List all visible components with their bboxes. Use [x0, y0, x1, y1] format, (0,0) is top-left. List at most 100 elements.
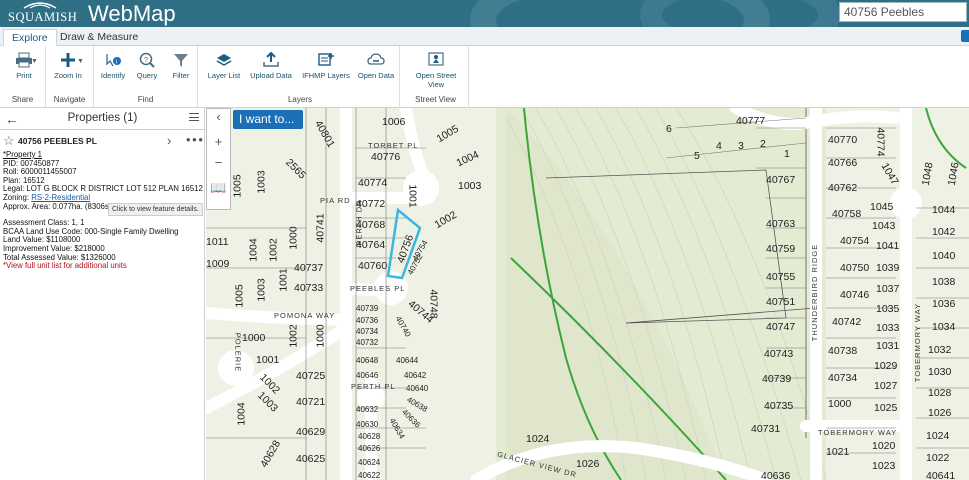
- chevron-down-icon[interactable]: ▼: [31, 58, 38, 65]
- query-button[interactable]: ? Query: [132, 52, 162, 80]
- road-label: TOBERMORY WAY: [818, 428, 898, 437]
- parcel-label: 40750: [840, 262, 870, 274]
- parcel-label: 2: [760, 138, 766, 150]
- squamish-logo[interactable]: SQUAMISH: [6, 0, 77, 27]
- parcel-label: 40768: [356, 219, 386, 231]
- parcel-label: 1000: [828, 398, 852, 410]
- parcel-label: 1000: [242, 332, 266, 344]
- filter-icon: [174, 54, 188, 67]
- bookmark-icon[interactable]: 📖: [207, 180, 230, 200]
- identify-button[interactable]: i Identify: [98, 52, 128, 80]
- parcel-label: 1005: [233, 284, 246, 308]
- parcel-label: 40642: [404, 371, 427, 380]
- open-street-view-label: Open Street View: [415, 71, 457, 89]
- search-input[interactable]: 40756 Peebles: [839, 2, 967, 22]
- star-icon[interactable]: ☆: [3, 133, 15, 149]
- zoom-out-icon[interactable]: −: [207, 155, 230, 175]
- feature-tooltip: Click to view feature details.: [108, 203, 203, 216]
- parcel-label: 40625: [296, 453, 326, 465]
- parcel-label: 40622: [358, 471, 381, 480]
- parcel-label: 40747: [766, 321, 796, 333]
- parcel-label: 1035: [876, 303, 900, 315]
- parcel-label: 40733: [294, 282, 324, 294]
- parcel-label: 40632: [356, 405, 379, 414]
- layer-list-button[interactable]: Layer List: [206, 52, 242, 80]
- print-button[interactable]: Print: [5, 52, 43, 80]
- query-label: Query: [136, 71, 158, 80]
- group-layers: Layer List Upload Data IFHMP Layers Open…: [201, 46, 400, 108]
- tab-explore[interactable]: Explore: [3, 29, 57, 46]
- open-data-button[interactable]: Open Data: [357, 52, 395, 80]
- parcel-label: 40641: [926, 470, 956, 480]
- filter-button[interactable]: Filter: [166, 52, 196, 80]
- layers-icon: [216, 54, 232, 66]
- parcel-label: 40628: [358, 432, 381, 441]
- parcel-label: 1029: [874, 360, 898, 372]
- parcel-label: 1031: [876, 340, 900, 352]
- parcel-label: 1022: [926, 452, 950, 464]
- collapse-panel-icon[interactable]: ‹: [207, 109, 230, 129]
- parcel-label: 1042: [932, 226, 956, 238]
- parcel-label: 40751: [766, 296, 796, 308]
- tab-draw-measure[interactable]: Draw & Measure: [52, 29, 146, 46]
- parcel-label: 1040: [932, 250, 956, 262]
- panel-title: Properties (1): [67, 112, 138, 124]
- group-navigate: Zoom In ▼ Navigate: [46, 46, 94, 108]
- more-options-icon[interactable]: • • •: [186, 132, 203, 147]
- svg-text:?: ?: [144, 57, 148, 64]
- parcel-label: 1027: [874, 380, 898, 392]
- parcel-label: 1036: [932, 298, 956, 310]
- zoning-label: Zoning:: [3, 192, 32, 202]
- zoning-link[interactable]: RS-2-Residential: [31, 193, 90, 202]
- parcel-label: 4: [716, 140, 722, 152]
- road-label: TORBET PL: [368, 141, 419, 150]
- parcel-label: 40767: [766, 174, 796, 186]
- map-view[interactable]: ‹ + − 📖 I want to... TORBET PL PIA RD PE…: [206, 108, 969, 480]
- parcel-label: 1038: [932, 276, 956, 288]
- feature-row[interactable]: ☆ 40756 PEEBLES PL › • • •: [0, 131, 205, 151]
- list-menu-icon[interactable]: [189, 113, 199, 121]
- app-header: SQUAMISH WebMap 40756 Peebles: [0, 0, 969, 27]
- road-label: POLERIE: [233, 332, 243, 373]
- parcel-label: 40626: [358, 444, 381, 453]
- road-label: TOBERMORY WAY: [913, 302, 923, 383]
- open-street-view-button[interactable]: Open Street View: [411, 52, 461, 89]
- zoom-in-button[interactable]: Zoom In: [52, 52, 84, 80]
- map-nav-tools: ‹ + − 📖: [206, 108, 231, 210]
- parcel-label: 40731: [751, 423, 781, 435]
- parcel-label: 1024: [526, 433, 550, 445]
- i-want-to-button[interactable]: I want to...: [233, 110, 303, 129]
- upload-data-button[interactable]: Upload Data: [249, 52, 293, 80]
- parcel-label: 40770: [828, 134, 858, 146]
- parcel-label: 40777: [736, 115, 766, 127]
- chevron-right-icon[interactable]: ›: [167, 133, 171, 148]
- parcel-label: 40760: [358, 260, 388, 272]
- parcel-label: 1034: [932, 321, 956, 333]
- toolbar-collapse-button[interactable]: [961, 30, 969, 42]
- parcel-label: 40737: [294, 262, 324, 274]
- ifhmp-layers-label: IFHMP Layers: [302, 71, 350, 80]
- parcel-label: 1003: [255, 170, 268, 194]
- parcel-label: 1043: [872, 220, 896, 232]
- road-label: PIA RD: [320, 196, 351, 205]
- group-share: Print ▼ Share: [0, 46, 46, 108]
- feature-name[interactable]: 40756 PEEBLES PL: [18, 136, 97, 146]
- view-units-link[interactable]: *View full unit list for additional unit…: [3, 262, 203, 271]
- print-label: Print: [16, 71, 32, 80]
- cloud-icon: [367, 53, 385, 65]
- query-icon: ?: [139, 52, 155, 68]
- parcel-label: 1004: [247, 238, 260, 262]
- parcel-label: 1037: [876, 283, 900, 295]
- ifhmp-layers-button[interactable]: IFHMP Layers: [301, 52, 351, 80]
- parcel-label: 40644: [396, 356, 419, 365]
- group-label-layers: Layers: [287, 95, 312, 104]
- parcel-label: 1006: [382, 116, 406, 128]
- toolbar-tabs: Explore Draw & Measure: [0, 27, 969, 46]
- parcel-label: 40734: [356, 327, 379, 336]
- ifhmp-layers-icon: [318, 53, 334, 66]
- parcel-label: 40772: [356, 198, 386, 210]
- zoom-in-label: Zoom In: [54, 71, 82, 80]
- chevron-down-icon[interactable]: ▼: [77, 58, 84, 65]
- filter-label: Filter: [172, 71, 190, 80]
- zoom-in-icon[interactable]: +: [207, 134, 230, 154]
